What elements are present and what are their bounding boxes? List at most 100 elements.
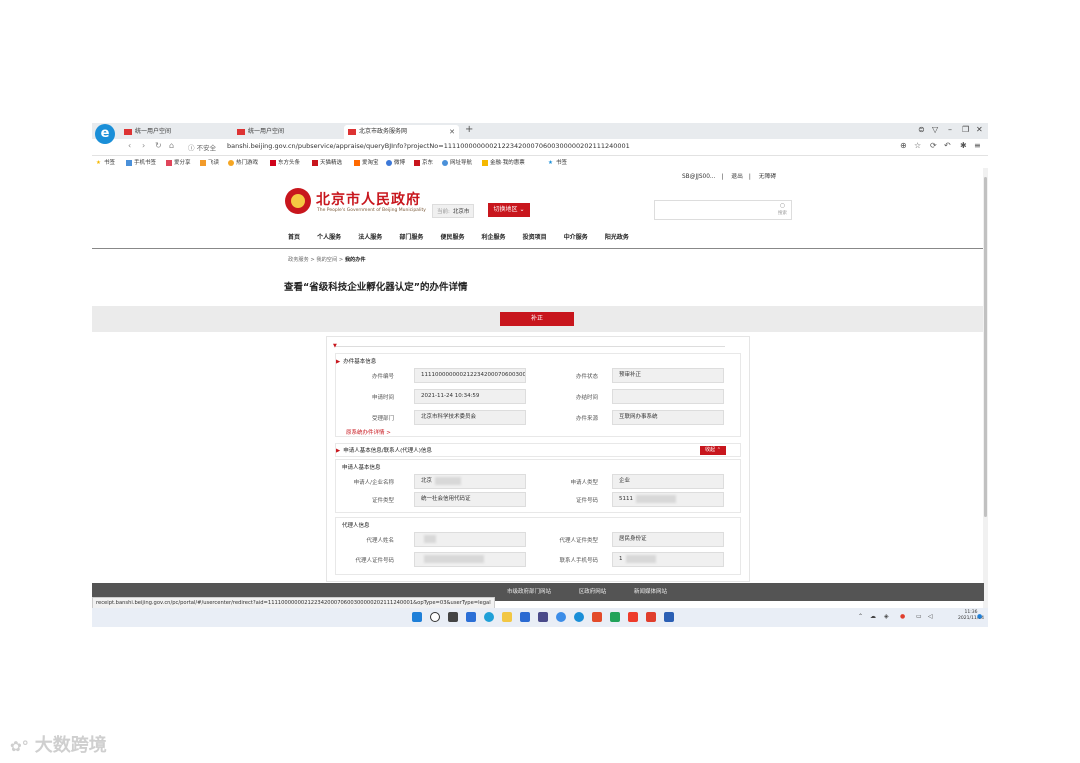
start-icon[interactable] [412,612,422,622]
back-icon[interactable]: ‹ [128,141,131,150]
logout-link[interactable]: 退出 [731,174,743,180]
bookmark-label: 网址导航 [450,160,473,166]
user-icon[interactable]: ⊜ [918,125,925,134]
tab-1[interactable]: 统一用户空间 [120,125,228,139]
supplement-button[interactable]: 补正 [500,312,574,326]
file-explorer-icon[interactable] [502,612,512,622]
accessibility-link[interactable]: 无障碍 [759,174,776,180]
scrollbar-thumb[interactable] [984,177,987,517]
edge-icon[interactable] [484,612,494,622]
tab-label: 统一用户空间 [248,128,285,135]
browser-app-icon[interactable] [556,612,566,622]
tab-3-active[interactable]: 北京市政务服务网 ✕ [344,125,459,139]
tools-icon[interactable]: ⟳ [930,141,937,150]
bookmark-item[interactable]: 网址导航 [442,158,472,166]
bookmark-item[interactable]: 东方头条 [270,158,300,166]
extension-icon[interactable]: ✱ [960,141,967,150]
app-icon[interactable] [592,612,602,622]
breadcrumb-item[interactable]: 政务服务 [288,257,309,263]
nav-legal[interactable]: 法人服务 [358,232,382,241]
bookmark-item[interactable]: 飞读 [200,158,219,166]
globe-icon [442,159,448,166]
zoom-icon[interactable]: ⊕ [900,141,907,150]
nav-department[interactable]: 部门服务 [399,232,423,241]
menu-icon[interactable]: ≡ [974,141,981,150]
search-input[interactable]: ○ 搜索 [654,200,792,220]
bookmark-item[interactable]: ★ 书签 [96,158,116,167]
new-tab-icon[interactable]: + [465,124,473,135]
shield-icon[interactable]: ▽ [932,125,938,134]
footer-link[interactable]: 新闻媒体网站 [634,589,667,595]
switch-region-button[interactable]: 切换地区 ⌄ [488,203,530,217]
browser-logo-icon[interactable]: e [95,124,115,144]
redacted-mask [424,554,484,563]
home-icon[interactable]: ⌂ [169,141,174,150]
search-icon[interactable]: ○ [780,202,785,209]
wechat-icon[interactable] [610,612,620,622]
bookmark-label: 爱分享 [174,160,191,166]
search-icon[interactable] [430,612,440,622]
redacted-mask [636,494,676,503]
url-field[interactable]: banshi.beijing.gov.cn/pubservice/apprais… [227,142,630,150]
site-title[interactable]: 北京市人民政府 [316,189,421,209]
not-secure-indicator[interactable]: ⓘ 不安全 [188,142,216,152]
minimize-icon[interactable]: – [948,125,952,134]
footer-link[interactable]: 市级政府部门网站 [507,589,551,595]
bookmark-label: 微博 [394,160,406,166]
favorite-star-icon[interactable]: ☆ [914,141,921,150]
security-icon[interactable]: ◈ [884,613,889,620]
footer-link[interactable]: 区政府网站 [579,589,607,595]
bookmark-label: 金融·我的惠票 [490,160,525,166]
forward-icon[interactable]: › [142,141,145,150]
close-window-icon[interactable]: ✕ [976,125,983,134]
volume-icon[interactable]: ◁ [928,613,933,620]
task-view-icon[interactable] [448,612,458,622]
account-link[interactable]: SB@JJS00... [682,174,715,180]
nav-convenience[interactable]: 便民服务 [440,232,464,241]
nav-enterprise[interactable]: 利企服务 [482,232,506,241]
bookmark-label: 书签 [104,160,116,166]
mail-icon[interactable] [538,612,548,622]
bookmark-item[interactable]: 金融·我的惠票 [482,158,525,166]
nav-home[interactable]: 首页 [288,232,300,241]
bookmark-item[interactable]: 手机书签 [126,158,156,166]
tab-2[interactable]: 统一用户空间 [233,125,341,139]
nav-personal[interactable]: 个人服务 [317,232,341,241]
original-system-link[interactable]: 原系统办件详情 > [346,428,391,436]
app-tray-icon[interactable]: ● [900,613,905,620]
tray-chevron-icon[interactable]: ⌃ [858,613,863,620]
nav-investment[interactable]: 投资项目 [523,232,547,241]
app-icon[interactable] [628,612,638,622]
reload-icon[interactable]: ↻ [155,141,162,150]
nav-transparency[interactable]: 阳光政务 [605,232,629,241]
tab-favicon-icon [124,128,132,135]
bookmark-item[interactable]: 京东 [414,158,433,166]
notification-icon[interactable]: ● [977,613,982,620]
network-icon[interactable]: ▭ [916,613,922,620]
tab-favicon-icon [237,128,245,135]
clock-time: 11:36 [964,610,978,615]
collapse-button[interactable]: 收起 ⌃ [700,446,726,455]
nav-intermediary[interactable]: 中介服务 [564,232,588,241]
browser-360-icon[interactable] [574,612,584,622]
breadcrumb-item[interactable]: 我的空间 [316,257,337,263]
widgets-icon[interactable] [466,612,476,622]
section-marker-icon: ▶ [336,448,341,454]
bookmark-item[interactable]: 爱淘宝 [354,158,379,166]
tab-close-icon[interactable]: ✕ [449,125,455,139]
restore-icon[interactable]: ❐ [962,125,969,134]
word-icon[interactable] [664,612,674,622]
bookmark-item[interactable]: 天猫精选 [312,158,342,166]
powerpoint-icon[interactable] [646,612,656,622]
bookmark-item[interactable]: 微博 [386,158,405,166]
undo-icon[interactable]: ↶ [944,141,951,150]
bookmark-item[interactable]: 爱分享 [166,158,191,166]
divider: | [748,174,751,180]
cloud-icon[interactable]: ☁ [870,613,876,620]
store-icon[interactable] [520,612,530,622]
expand-arrow-icon[interactable]: ▼ [333,343,337,349]
tab-label: 北京市政务服务网 [359,128,408,135]
bookmark-item[interactable]: ★ 书签 [548,158,567,167]
bookmark-item[interactable]: 热门游戏 [228,158,258,166]
section-title: 申请人基本信息/联系人(代理人)信息 [343,448,432,454]
